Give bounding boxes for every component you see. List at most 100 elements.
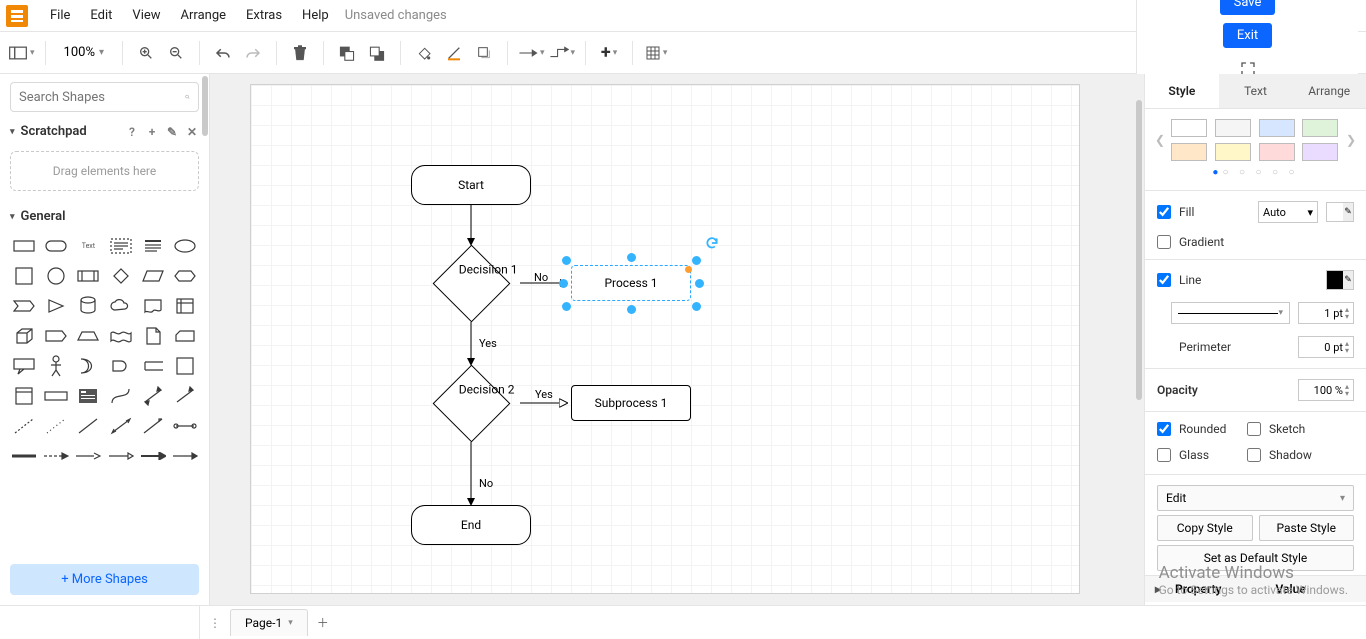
shape-search[interactable] (10, 82, 199, 112)
shadow-checkbox[interactable] (1247, 448, 1261, 462)
zoom-out-button[interactable] (163, 39, 189, 67)
gradient-checkbox[interactable] (1157, 235, 1171, 249)
shape-and[interactable] (106, 354, 134, 378)
tab-style[interactable]: Style (1145, 74, 1219, 108)
glass-checkbox[interactable] (1157, 448, 1171, 462)
shape-rect[interactable] (10, 234, 38, 258)
shape-thick-line[interactable] (10, 444, 38, 468)
scratchpad-add-icon[interactable]: + (145, 125, 159, 139)
shape-process[interactable] (74, 264, 102, 288)
shape-biarrow[interactable] (139, 384, 167, 408)
insert-button[interactable]: +▾ (596, 39, 622, 67)
shape-link[interactable] (171, 414, 199, 438)
shadow-button[interactable] (471, 39, 497, 67)
shape-biline[interactable] (106, 414, 134, 438)
zoom-control[interactable]: 100% ▾ (56, 45, 112, 60)
page-tab-1[interactable]: Page-1 ▾ (230, 609, 308, 636)
sel-handle-e[interactable] (695, 279, 704, 288)
scratchpad-help-icon[interactable]: ? (125, 125, 139, 139)
node-subprocess1[interactable]: Subprocess 1 (571, 385, 691, 421)
left-scrollbar[interactable] (201, 74, 209, 605)
node-decision1[interactable]: Decisiion 1 (433, 245, 511, 323)
scratchpad-edit-icon[interactable]: ✎ (165, 125, 179, 139)
to-back-button[interactable] (364, 39, 390, 67)
connection-button[interactable]: ▾ (518, 39, 545, 67)
shape-note[interactable] (139, 324, 167, 348)
shape-conn-filled[interactable] (171, 444, 199, 468)
shape-cylinder[interactable] (74, 294, 102, 318)
swatch-0[interactable] (1171, 119, 1207, 137)
shape-card[interactable] (171, 324, 199, 348)
paste-style-button[interactable]: Paste Style (1259, 515, 1355, 541)
shape-roundrect[interactable] (42, 234, 70, 258)
opacity-value[interactable]: 100 %▴▾ (1298, 379, 1354, 401)
tab-text[interactable]: Text (1219, 74, 1293, 108)
menu-edit[interactable]: Edit (80, 8, 122, 23)
shape-document[interactable] (139, 294, 167, 318)
tab-arrange[interactable]: Arrange (1292, 74, 1366, 108)
shape-datastore[interactable] (139, 354, 167, 378)
shape-parallelogram[interactable] (139, 264, 167, 288)
menu-extras[interactable]: Extras (236, 8, 292, 23)
shape-conn-dashed[interactable] (42, 444, 70, 468)
shape-dotted-line[interactable] (42, 414, 70, 438)
fill-checkbox[interactable] (1157, 205, 1171, 219)
view-mode-button[interactable]: ▾ (8, 39, 35, 67)
shape-tape[interactable] (106, 324, 134, 348)
shape-callout[interactable] (10, 354, 38, 378)
shape-step2[interactable] (42, 324, 70, 348)
sel-handle-nw[interactable] (562, 256, 571, 265)
shape-line[interactable] (74, 414, 102, 438)
sel-handle-sw[interactable] (562, 302, 571, 311)
edit-style-select[interactable]: Edit▾ (1157, 485, 1354, 511)
shape-cube[interactable] (10, 324, 38, 348)
to-front-button[interactable] (334, 39, 360, 67)
shape-hrect[interactable] (42, 384, 70, 408)
sel-handle-n[interactable] (627, 253, 636, 262)
zoom-in-button[interactable] (133, 39, 159, 67)
shape-frame[interactable] (10, 384, 38, 408)
swatch-3[interactable] (1302, 119, 1338, 137)
swatch-5[interactable] (1215, 143, 1251, 161)
redo-button[interactable] (240, 39, 266, 67)
swatch-1[interactable] (1215, 119, 1251, 137)
line-color[interactable]: ✎ (1326, 270, 1354, 290)
shape-or[interactable] (74, 354, 102, 378)
canvas-scrollbar[interactable] (1136, 80, 1142, 569)
shape-step[interactable] (10, 294, 38, 318)
canvas[interactable]: Start Decisiion 1 No Yes Process 1 (210, 74, 1144, 605)
perimeter-value[interactable]: 0 pt▴▾ (1298, 336, 1354, 358)
shape-textbox[interactable] (106, 234, 134, 258)
sel-handle-se[interactable] (692, 302, 701, 311)
exit-button[interactable]: Exit (1223, 23, 1272, 48)
menu-file[interactable]: File (40, 8, 80, 23)
scratchpad-close-icon[interactable]: ✕ (185, 125, 199, 139)
menu-help[interactable]: Help (292, 8, 339, 23)
fill-color[interactable]: ✎ (1326, 202, 1354, 222)
sketch-checkbox[interactable] (1247, 422, 1261, 436)
shape-text[interactable]: Text (74, 234, 102, 258)
menu-view[interactable]: View (122, 8, 170, 23)
line-style-select[interactable]: ▾ (1171, 302, 1290, 324)
shape-triangle[interactable] (42, 294, 70, 318)
shape-list[interactable] (74, 384, 102, 408)
add-page-button[interactable]: ＋ (308, 614, 338, 631)
undo-button[interactable] (210, 39, 236, 67)
rotate-handle[interactable] (705, 235, 719, 249)
shape-heading[interactable] (139, 234, 167, 258)
shape-hexagon[interactable] (171, 264, 199, 288)
rounded-checkbox[interactable] (1157, 422, 1171, 436)
shape-conn-thin[interactable] (74, 444, 102, 468)
shape-actor[interactable] (42, 354, 70, 378)
sel-handle-ne[interactable] (692, 256, 701, 265)
scratchpad-header[interactable]: ▾ Scratchpad ? + ✎ ✕ (0, 118, 209, 145)
waypoint-button[interactable]: ▾ (549, 39, 576, 67)
shape-curve[interactable] (106, 384, 134, 408)
shape-conn-solid[interactable] (139, 444, 167, 468)
swatch-pager[interactable]: ●○ ○ ○ ○ ○ (1145, 165, 1366, 186)
sel-handle-s[interactable] (627, 305, 636, 314)
node-process1[interactable]: Process 1 (571, 265, 691, 301)
save-button[interactable]: Save (1220, 0, 1276, 15)
shape-internal-storage[interactable] (171, 294, 199, 318)
swatch-2[interactable] (1259, 119, 1295, 137)
